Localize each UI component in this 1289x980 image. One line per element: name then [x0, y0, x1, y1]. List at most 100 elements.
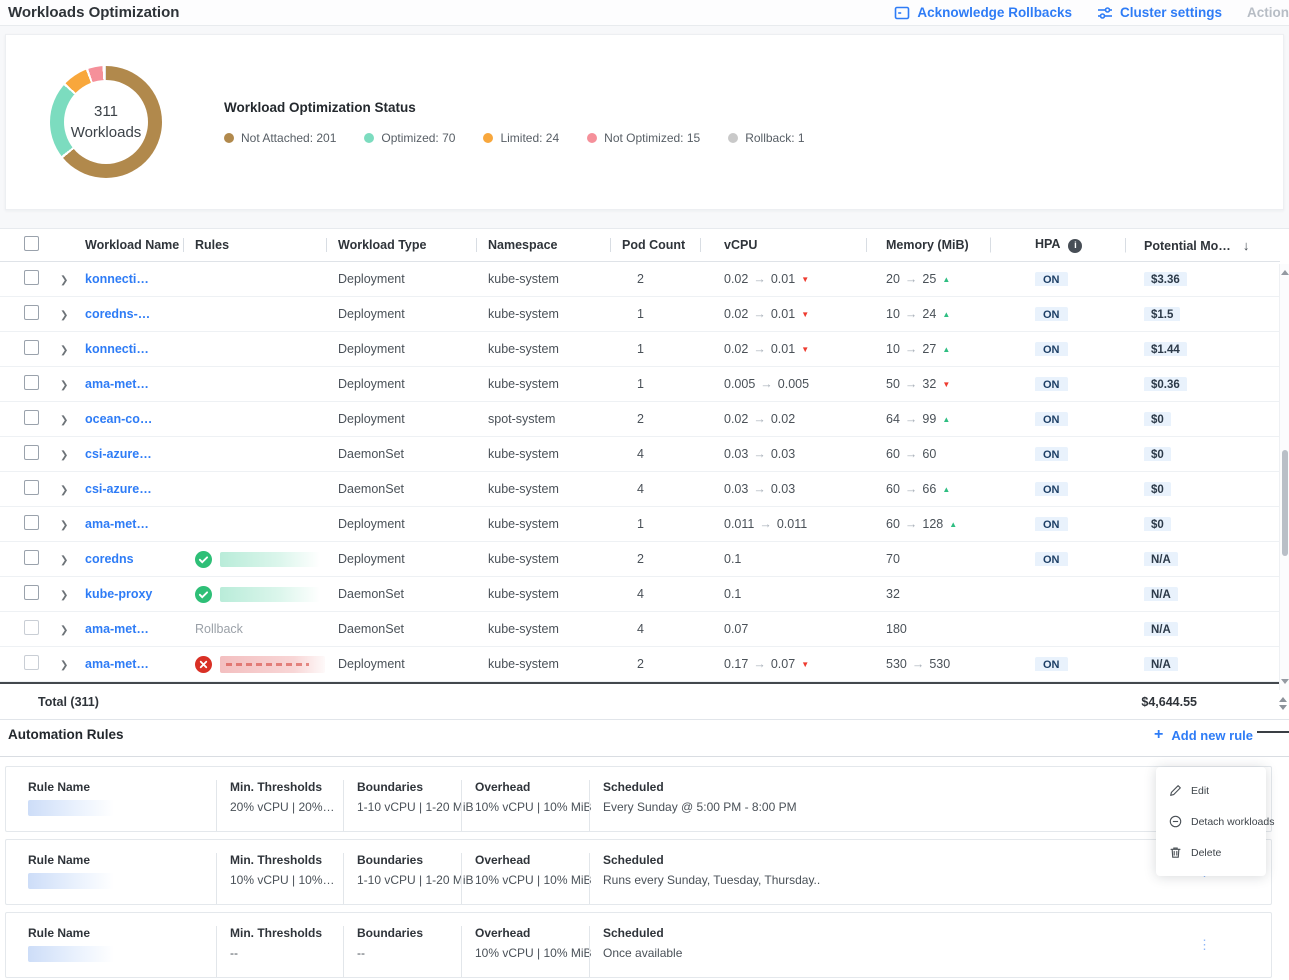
- table-row[interactable]: ❯ ama-met… Rollback DaemonSet kube-syste…: [0, 612, 1280, 647]
- table-scrollbar[interactable]: [1279, 264, 1289, 690]
- workload-type-cell: Deployment: [326, 377, 476, 391]
- donut-total-label: Workloads: [71, 122, 142, 143]
- potential-cell: $1.44: [1125, 342, 1280, 356]
- potential-cell: $1.5: [1125, 307, 1280, 321]
- workload-name-link[interactable]: coredns: [85, 552, 134, 566]
- row-checkbox[interactable]: [24, 585, 39, 600]
- expand-chevron-icon[interactable]: ❯: [60, 520, 68, 531]
- table-row[interactable]: ❯ ama-met… Deployment kube-system 1 0.01…: [0, 507, 1280, 542]
- row-checkbox[interactable]: [24, 375, 39, 390]
- expand-chevron-icon[interactable]: ❯: [60, 450, 68, 461]
- expand-chevron-icon[interactable]: ❯: [60, 380, 68, 391]
- menu-item-edit[interactable]: Edit: [1156, 775, 1266, 806]
- menu-item-delete[interactable]: Delete: [1156, 837, 1266, 868]
- boundaries-value: 1-10 vCPU | 1-20 MiB: [357, 800, 461, 814]
- min-thresholds-label: Min. Thresholds: [230, 926, 343, 940]
- vcpu-cell: 0.02→0.01▼: [700, 307, 866, 321]
- sort-desc-icon[interactable]: ↓: [1243, 238, 1250, 253]
- row-checkbox[interactable]: [24, 550, 39, 565]
- expand-chevron-icon[interactable]: ❯: [60, 415, 68, 426]
- hpa-info-icon[interactable]: i: [1068, 239, 1082, 253]
- rule-kebab-menu[interactable]: ⋮: [1198, 937, 1211, 953]
- rule-ok-icon: [195, 586, 212, 603]
- acknowledge-rollbacks-button[interactable]: Acknowledge Rollbacks: [894, 5, 1072, 21]
- workload-type-cell: Deployment: [326, 552, 476, 566]
- select-all-checkbox[interactable]: [24, 236, 39, 251]
- expand-chevron-icon[interactable]: ❯: [60, 275, 68, 286]
- th-pod-count[interactable]: Pod Count: [610, 238, 700, 252]
- cluster-settings-button[interactable]: Cluster settings: [1097, 5, 1222, 21]
- expand-chevron-icon[interactable]: ❯: [60, 625, 68, 636]
- rule-card: Rule Name Min. Thresholds -- Boundaries …: [5, 912, 1272, 978]
- table-row[interactable]: ❯ kube-proxy DaemonSet kube-system 4 0.1…: [0, 577, 1280, 612]
- legend-dot: [483, 133, 493, 143]
- rollback-label: Rollback: [195, 622, 243, 636]
- table-row[interactable]: ❯ ocean-co… Deployment spot-system 2 0.0…: [0, 402, 1280, 437]
- workload-name-link[interactable]: konnecti…: [85, 272, 149, 286]
- th-memory[interactable]: Memory (MiB): [866, 238, 990, 252]
- actions-button[interactable]: Action: [1247, 5, 1289, 20]
- table-row[interactable]: ❯ ama-met… Deployment kube-system 2 0.17…: [0, 647, 1280, 682]
- legend-item: Rollback: 1: [728, 131, 804, 145]
- detach-icon: [1169, 815, 1182, 828]
- row-checkbox[interactable]: [24, 340, 39, 355]
- vcpu-cell: 0.1: [700, 587, 866, 601]
- row-checkbox[interactable]: [24, 410, 39, 425]
- add-new-rule-button[interactable]: + Add new rule: [1154, 727, 1253, 743]
- expand-chevron-icon[interactable]: ❯: [60, 590, 68, 601]
- workload-name-link[interactable]: kube-proxy: [85, 587, 152, 601]
- row-checkbox[interactable]: [24, 270, 39, 285]
- th-vcpu[interactable]: vCPU: [700, 238, 866, 252]
- hpa-cell: ON: [990, 272, 1125, 286]
- min-thresholds-value: 20% vCPU | 20%…: [230, 800, 343, 814]
- total-potential-savings: $4,644.55: [1141, 695, 1197, 709]
- workload-name-link[interactable]: ama-met…: [85, 657, 149, 671]
- table-row[interactable]: ❯ coredns Deployment kube-system 2 0.1 7…: [0, 542, 1280, 577]
- status-title: Workload Optimization Status: [224, 100, 805, 115]
- expand-chevron-icon[interactable]: ❯: [60, 345, 68, 356]
- workload-type-cell: Deployment: [326, 517, 476, 531]
- th-workload-name[interactable]: Workload Name: [78, 238, 183, 252]
- scrollbar-thumb[interactable]: [1282, 450, 1288, 556]
- expand-chevron-icon[interactable]: ❯: [60, 310, 68, 321]
- th-namespace[interactable]: Namespace: [476, 238, 610, 252]
- workload-name-link[interactable]: csi-azure…: [85, 482, 152, 496]
- workload-type-cell: DaemonSet: [326, 482, 476, 496]
- table-row[interactable]: ❯ konnecti… Deployment kube-system 1 0.0…: [0, 332, 1280, 367]
- th-hpa[interactable]: HPAi: [990, 237, 1125, 253]
- table-row[interactable]: ❯ coredns-… Deployment kube-system 1 0.0…: [0, 297, 1280, 332]
- workload-name-link[interactable]: konnecti…: [85, 342, 149, 356]
- rule-status: [183, 551, 326, 568]
- expand-chevron-icon[interactable]: ❯: [60, 485, 68, 496]
- expand-chevron-icon[interactable]: ❯: [60, 555, 68, 566]
- table-row[interactable]: ❯ csi-azure… DaemonSet kube-system 4 0.0…: [0, 437, 1280, 472]
- menu-item-detach-workloads[interactable]: Detach workloads: [1156, 806, 1266, 837]
- workload-name-link[interactable]: ama-met…: [85, 622, 149, 636]
- workload-name-link[interactable]: coredns-…: [85, 307, 150, 321]
- row-checkbox[interactable]: [24, 620, 39, 635]
- workload-name-link[interactable]: ama-met…: [85, 517, 149, 531]
- table-row[interactable]: ❯ konnecti… Deployment kube-system 2 0.0…: [0, 262, 1280, 297]
- row-checkbox[interactable]: [24, 515, 39, 530]
- workload-name-link[interactable]: ocean-co…: [85, 412, 152, 426]
- th-workload-type[interactable]: Workload Type: [326, 238, 476, 252]
- row-checkbox[interactable]: [24, 305, 39, 320]
- expand-chevron-icon[interactable]: ❯: [60, 660, 68, 671]
- th-rules[interactable]: Rules: [183, 238, 326, 252]
- scroll-up-icon[interactable]: [1281, 270, 1289, 275]
- rule-name-redacted: [28, 800, 114, 816]
- table-row[interactable]: ❯ csi-azure… DaemonSet kube-system 4 0.0…: [0, 472, 1280, 507]
- scroll-down-icon[interactable]: [1281, 679, 1289, 684]
- th-potential-savings[interactable]: Potential Mo…↓: [1125, 238, 1280, 253]
- total-row-scroll-arrows[interactable]: [1278, 694, 1287, 713]
- namespace-cell: kube-system: [476, 307, 610, 321]
- hpa-badge: ON: [1035, 307, 1068, 321]
- workload-name-link[interactable]: csi-azure…: [85, 447, 152, 461]
- legend-item: Not Optimized: 15: [587, 131, 700, 145]
- redacted-rule-name: [220, 587, 320, 602]
- workload-name-link[interactable]: ama-met…: [85, 377, 149, 391]
- table-row[interactable]: ❯ ama-met… Deployment kube-system 1 0.00…: [0, 367, 1280, 402]
- row-checkbox[interactable]: [24, 480, 39, 495]
- row-checkbox[interactable]: [24, 655, 39, 670]
- row-checkbox[interactable]: [24, 445, 39, 460]
